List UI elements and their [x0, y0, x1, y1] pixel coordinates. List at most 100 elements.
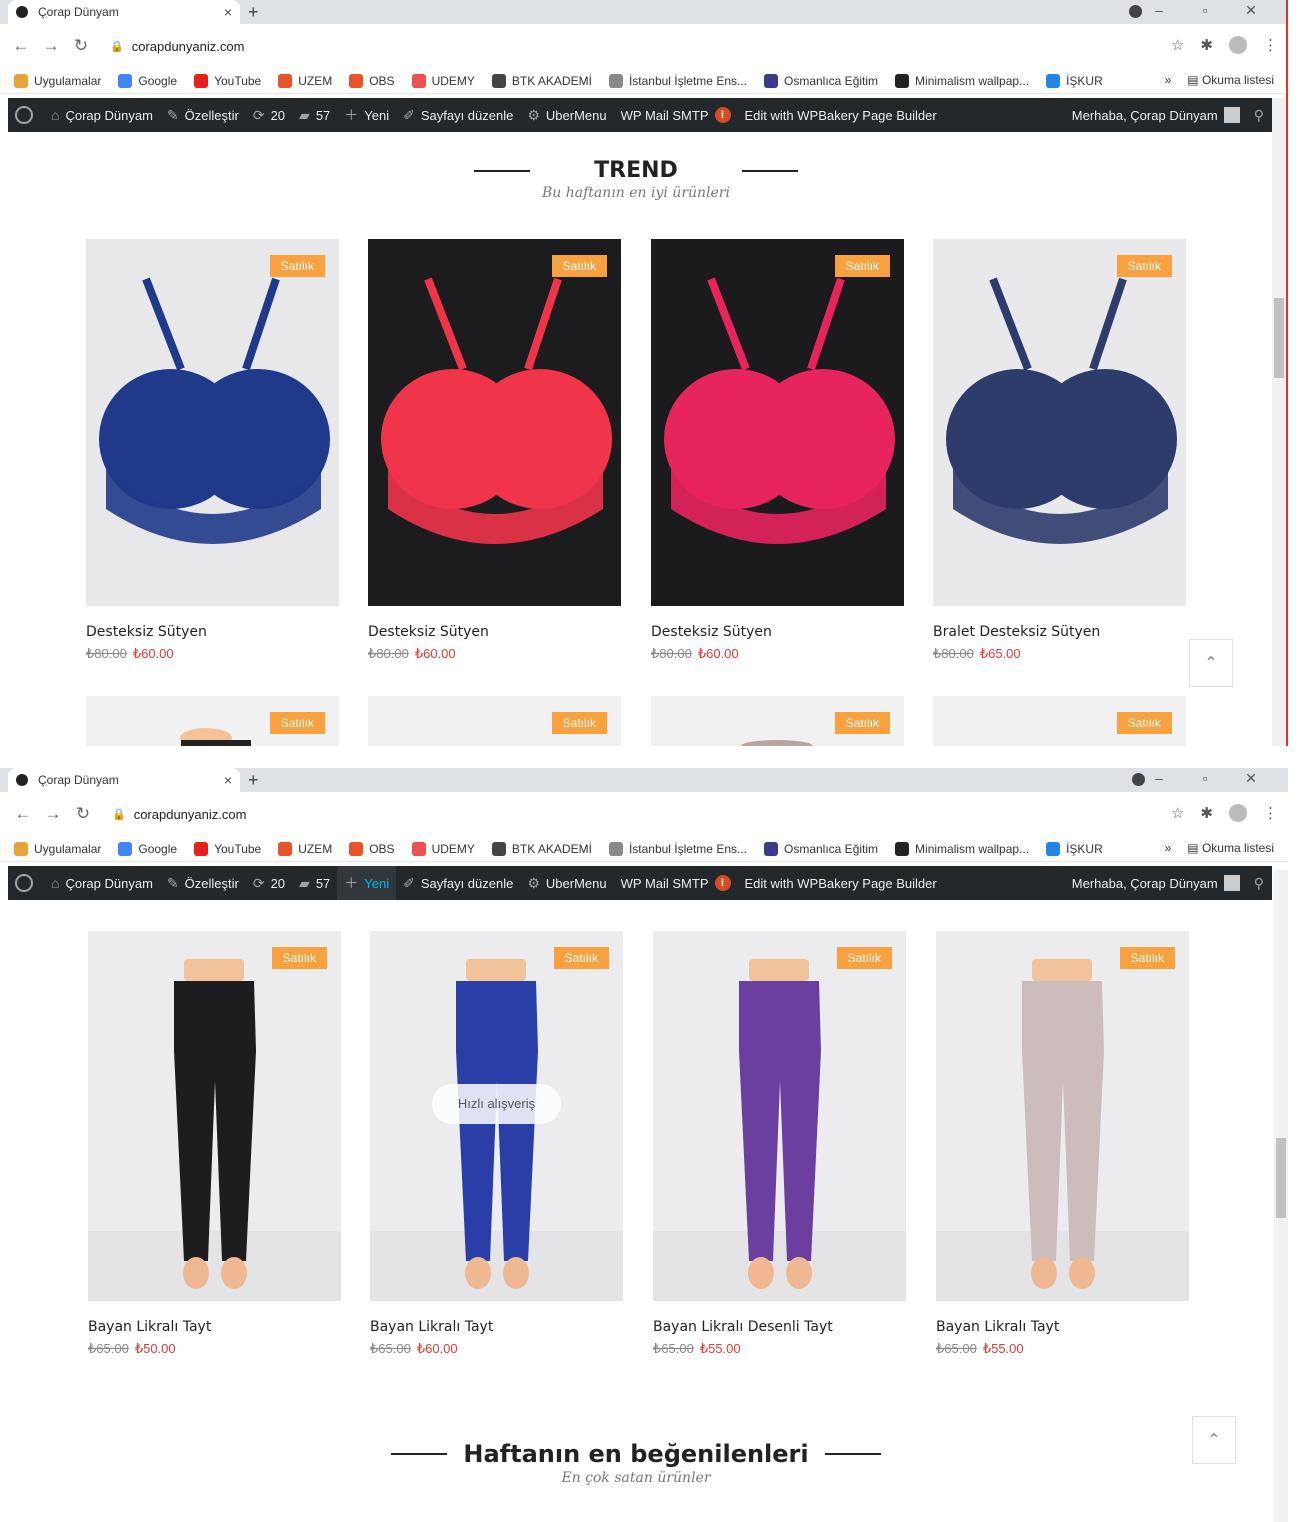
product-card[interactable]: Satılık Bayan Likralı Tayt ₺65.00 ₺50.00 — [88, 931, 341, 1357]
bookmark-item[interactable]: Osmanlıca Eğitim — [764, 841, 878, 856]
wp-new-content[interactable]: ＋ Yeni — [337, 866, 397, 900]
bookmark-item[interactable]: Minimalism wallpap... — [895, 841, 1029, 856]
product-card[interactable]: Satılık Desteksiz Sütyen ₺80.00 ₺60.00 — [368, 239, 621, 662]
product-card[interactable]: Satılık Desteksiz Sütyen ₺80.00 ₺60.00 — [86, 239, 339, 662]
bookmark-item[interactable]: Google — [118, 73, 177, 88]
profile-avatar-icon[interactable] — [1229, 804, 1247, 822]
wp-ubermenu[interactable]: ⚙ UberMenu — [520, 866, 613, 900]
product-card[interactable]: Satılık Bayan Likralı Tayt ₺65.00 ₺55.00 — [936, 931, 1189, 1357]
product-name[interactable]: Bralet Desteksiz Sütyen — [933, 624, 1186, 640]
bookmark-item[interactable]: OBS — [349, 841, 395, 856]
wp-customize[interactable]: ✎ Özelleştir — [160, 866, 246, 900]
product-card[interactable]: Satılık Hızlı alışveriş Bayan Likralı Tayt… — [370, 931, 623, 1357]
close-window-icon[interactable]: ✕ — [1228, 770, 1274, 787]
product-card[interactable]: Satılık — [368, 696, 621, 746]
bookmark-item[interactable]: YouTube — [194, 73, 261, 88]
bookmark-item[interactable]: UDEMY — [411, 841, 475, 856]
wp-mail-smtp[interactable]: WP Mail SMTP! — [614, 98, 738, 132]
product-card[interactable]: Satılık Desteksiz Sütyen ₺80.00 ₺60.00 — [651, 239, 904, 662]
bookmark-item[interactable]: İstanbul İşletme Ens... — [608, 73, 747, 88]
wp-ubermenu[interactable]: ⚙ UberMenu — [520, 98, 613, 132]
maximize-icon[interactable]: ▫ — [1182, 2, 1228, 19]
wp-comments[interactable]: ▰ 57 — [292, 98, 337, 132]
product-image[interactable]: Satılık — [86, 239, 339, 606]
search-icon[interactable]: ⚲ — [1254, 875, 1264, 892]
bookmark-item[interactable]: UDEMY — [411, 73, 475, 88]
product-name[interactable]: Bayan Likralı Tayt — [936, 1319, 1189, 1335]
product-image[interactable]: Satılık — [651, 696, 904, 746]
scroll-to-top-button[interactable]: ⌃ — [1192, 1416, 1236, 1464]
browser-tab[interactable]: Çorap Dünyam × — [8, 768, 240, 792]
bookmark-star-icon[interactable]: ☆ — [1171, 36, 1184, 54]
bookmark-item[interactable]: UZEM — [278, 841, 332, 856]
wp-logo-menu[interactable] — [8, 98, 44, 132]
product-image[interactable]: Satılık — [86, 696, 339, 746]
minimize-icon[interactable]: – — [1136, 2, 1182, 19]
new-tab-button[interactable]: + — [248, 2, 259, 23]
wp-account-menu[interactable]: Merhaba, Çorap Dünyam — [1072, 98, 1240, 132]
product-card[interactable]: Satılık — [651, 696, 904, 746]
profile-avatar-icon[interactable] — [1229, 36, 1247, 54]
scroll-to-top-button[interactable]: ⌃ — [1189, 639, 1233, 687]
wp-updates[interactable]: ⟳ 20 — [246, 866, 292, 900]
bookmark-item[interactable]: İŞKUR — [1046, 73, 1103, 88]
address-bar[interactable]: 🔒 corapdunyaniz.com — [112, 802, 1158, 826]
bookmark-star-icon[interactable]: ☆ — [1171, 804, 1184, 822]
scrollbar-thumb[interactable] — [1276, 1138, 1286, 1218]
wp-site-name[interactable]: ⌂ Çorap Dünyam — [44, 98, 160, 132]
maximize-icon[interactable]: ▫ — [1182, 770, 1228, 787]
bookmark-item[interactable]: Uygulamalar — [14, 841, 101, 856]
bookmark-item[interactable]: İŞKUR — [1046, 841, 1103, 856]
reading-list-button[interactable]: ▤ Okuma listesi — [1187, 73, 1274, 87]
bookmark-item[interactable]: BTK AKADEMİ — [491, 73, 592, 88]
product-image[interactable]: Satılık Hızlı alışveriş — [370, 931, 623, 1301]
address-bar[interactable]: 🔒 corapdunyaniz.com — [110, 34, 1158, 58]
more-bookmarks-button[interactable]: » — [1165, 73, 1172, 87]
page-scrollbar[interactable] — [1272, 98, 1286, 746]
product-name[interactable]: Desteksiz Sütyen — [368, 624, 621, 640]
wp-edit-page[interactable]: ✐ Sayfayı düzenle — [396, 98, 520, 132]
bookmark-item[interactable]: Minimalism wallpap... — [895, 73, 1029, 88]
product-image[interactable]: Satılık — [653, 931, 906, 1301]
bookmark-item[interactable]: Google — [118, 841, 177, 856]
product-card[interactable]: Satılık — [933, 696, 1186, 746]
product-name[interactable]: Desteksiz Sütyen — [651, 624, 904, 640]
reload-icon[interactable]: ↻ — [66, 36, 96, 56]
more-bookmarks-button[interactable]: » — [1165, 841, 1172, 855]
new-tab-button[interactable]: + — [248, 770, 259, 791]
wp-edit-page[interactable]: ✐ Sayfayı düzenle — [396, 866, 520, 900]
wp-logo-menu[interactable] — [8, 866, 44, 900]
wp-account-menu[interactable]: Merhaba, Çorap Dünyam — [1072, 866, 1240, 900]
bookmark-item[interactable]: YouTube — [194, 841, 261, 856]
wp-wpbakery[interactable]: Edit with WPBakery Page Builder — [738, 866, 944, 900]
product-image[interactable]: Satılık — [88, 931, 341, 1301]
product-name[interactable]: Bayan Likralı Tayt — [370, 1319, 623, 1335]
scrollbar-thumb[interactable] — [1274, 298, 1284, 378]
product-image[interactable]: Satılık — [936, 931, 1189, 1301]
browser-tab[interactable]: Çorap Dünyam × — [8, 0, 240, 24]
product-card[interactable]: Satılık Bayan Likralı Desenli Tayt ₺65.00 ₺… — [653, 931, 906, 1357]
page-scrollbar[interactable] — [1274, 870, 1288, 1522]
bookmark-item[interactable]: Osmanlıca Eğitim — [764, 73, 878, 88]
back-icon[interactable]: ← — [6, 36, 36, 56]
product-name[interactable]: Desteksiz Sütyen — [86, 624, 339, 640]
wp-comments[interactable]: ▰ 57 — [292, 866, 337, 900]
forward-icon[interactable]: → — [38, 804, 68, 824]
tab-close-icon[interactable]: × — [224, 772, 232, 788]
product-image[interactable]: Satılık — [368, 239, 621, 606]
product-image[interactable]: Satılık — [933, 239, 1186, 606]
search-icon[interactable]: ⚲ — [1254, 107, 1264, 124]
forward-icon[interactable]: → — [36, 36, 66, 56]
close-window-icon[interactable]: ✕ — [1228, 2, 1274, 19]
extensions-icon[interactable]: ✱ — [1200, 36, 1213, 54]
product-card[interactable]: Satılık — [86, 696, 339, 746]
quick-shop-button[interactable]: Hızlı alışveriş — [432, 1084, 561, 1124]
product-image[interactable]: Satılık — [933, 696, 1186, 746]
reading-list-button[interactable]: ▤ Okuma listesi — [1187, 841, 1274, 855]
bookmark-item[interactable]: OBS — [349, 73, 395, 88]
wp-customize[interactable]: ✎ Özelleştir — [160, 98, 246, 132]
wp-wpbakery[interactable]: Edit with WPBakery Page Builder — [738, 98, 944, 132]
product-image[interactable]: Satılık — [368, 696, 621, 746]
product-name[interactable]: Bayan Likralı Tayt — [88, 1319, 341, 1335]
bookmark-item[interactable]: UZEM — [278, 73, 332, 88]
